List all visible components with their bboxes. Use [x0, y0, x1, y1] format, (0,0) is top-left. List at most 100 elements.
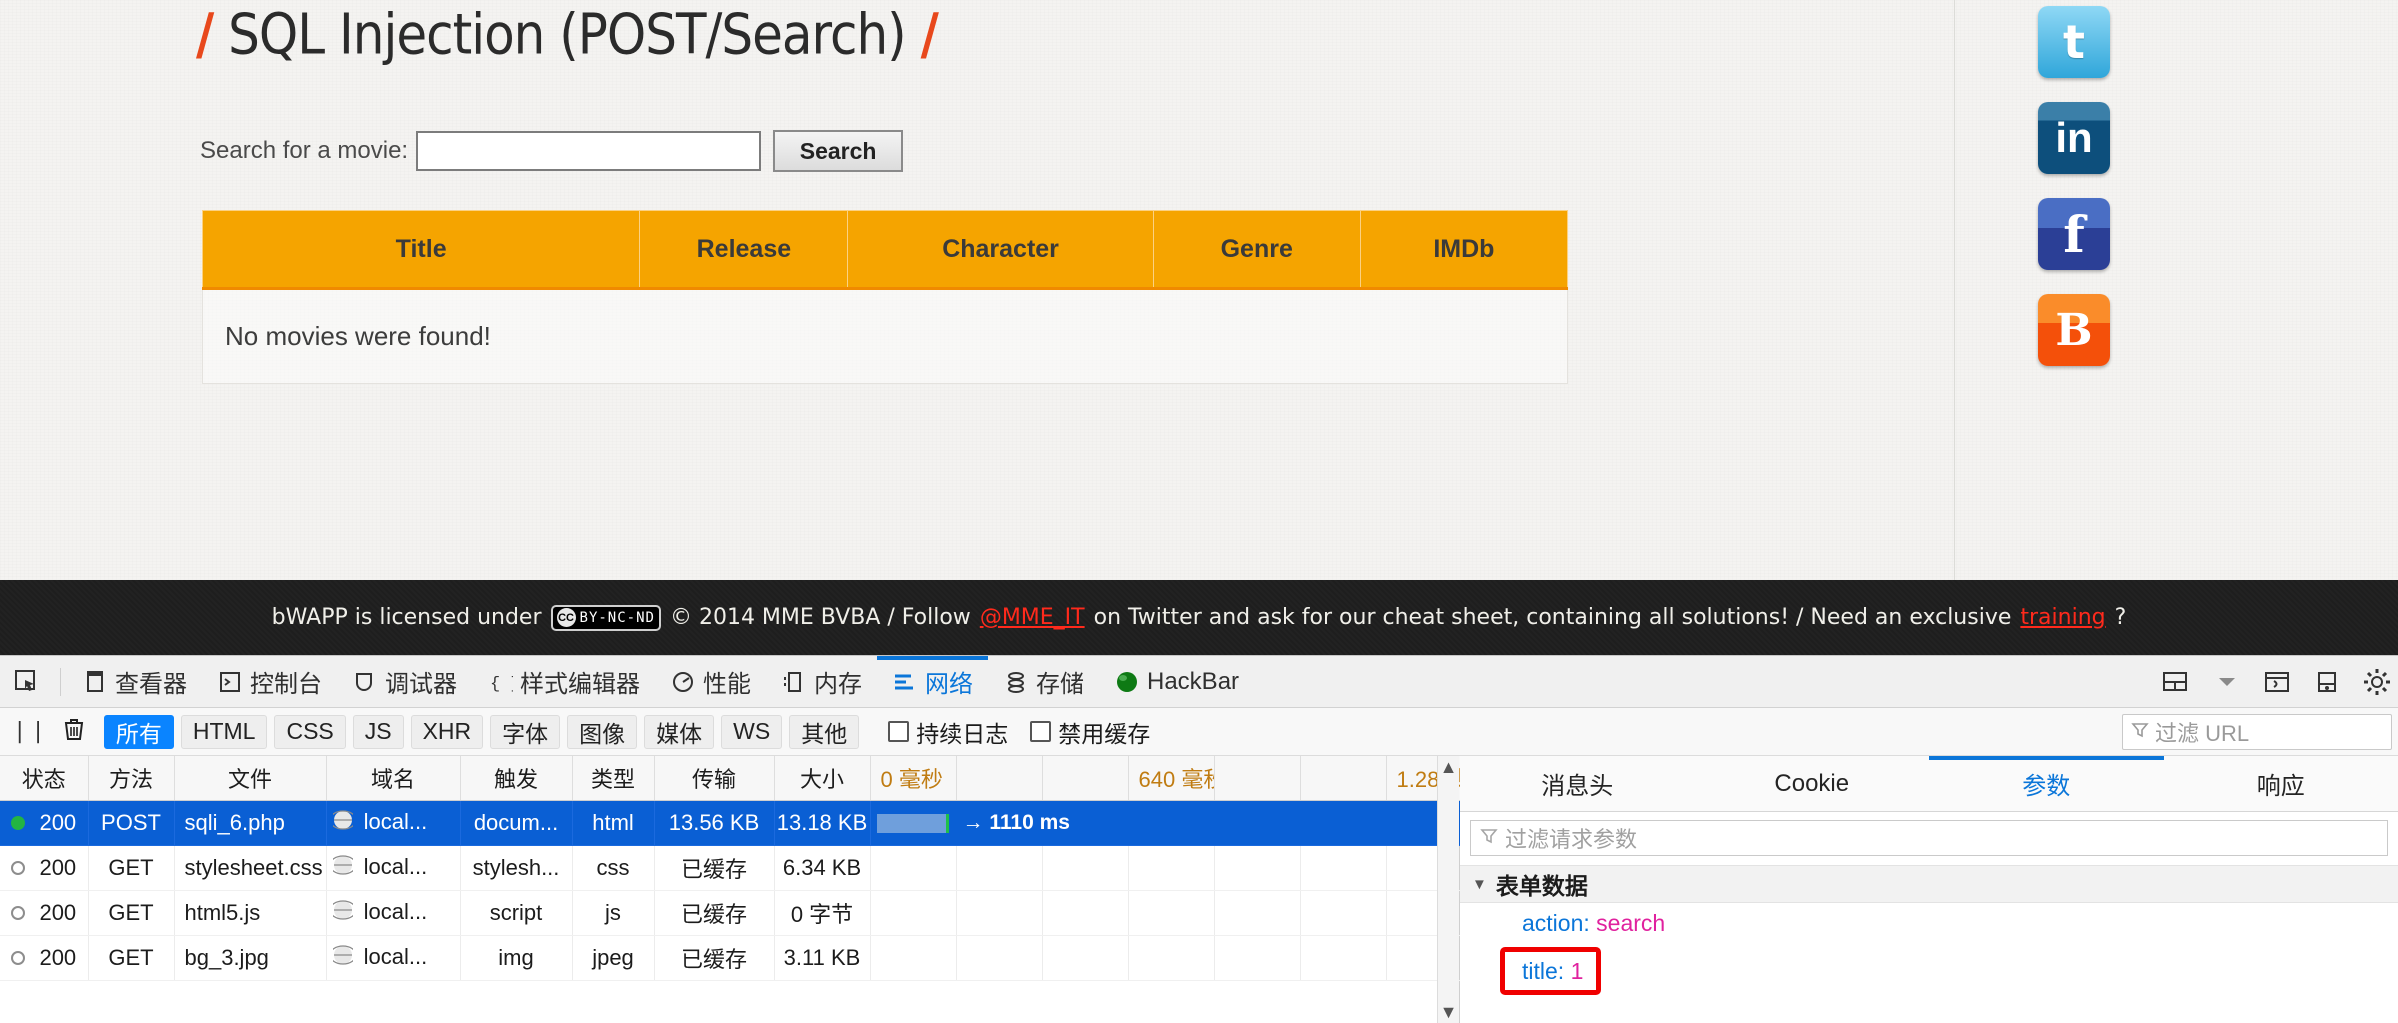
filter-ws[interactable]: WS	[721, 715, 782, 749]
wf-c5	[1214, 845, 1300, 890]
cell-domain-text: local...	[364, 944, 428, 969]
waterfall-timing: → 1110 ms	[963, 811, 1070, 835]
status-dot-cached	[11, 951, 25, 965]
search-input[interactable]	[416, 131, 761, 171]
tab-storage[interactable]: 存储	[988, 656, 1099, 708]
scroll-down-arrow-icon[interactable]: ▼	[1440, 1001, 1458, 1023]
page-title-text: SQL Injection (POST/Search)	[228, 2, 906, 67]
filter-other[interactable]: 其他	[789, 715, 859, 749]
filter-media[interactable]: 媒体	[644, 715, 714, 749]
cell-status: 200	[0, 935, 88, 980]
filter-html[interactable]: HTML	[181, 715, 268, 749]
network-body: 状态 方法 文件 域名 触发 类型 传输 大小 0 毫秒 640 毫秒	[0, 756, 2398, 1023]
network-list-scrollbar[interactable]: ▲ ▼	[1437, 756, 1459, 1023]
cell-type: html	[572, 800, 654, 845]
blogger-glyph: B	[2055, 305, 2092, 356]
element-picker-icon[interactable]	[0, 656, 54, 708]
cell-method: GET	[88, 935, 174, 980]
th-status[interactable]: 状态	[0, 756, 88, 800]
console-icon	[217, 669, 243, 695]
no-results-message: No movies were found!	[203, 289, 1568, 384]
cell-domain: local...	[326, 800, 460, 845]
persist-logs-checkbox[interactable]: 持续日志	[888, 715, 1008, 749]
th-file[interactable]: 文件	[174, 756, 326, 800]
tab-params[interactable]: 参数	[1929, 756, 2164, 811]
cell-method: GET	[88, 890, 174, 935]
settings-gear-icon[interactable]	[2360, 665, 2394, 699]
form-data-section-header[interactable]: ▼ 表单数据	[1460, 865, 2398, 903]
tab-headers[interactable]: 消息头	[1460, 756, 1695, 811]
tab-inspector[interactable]: 查看器	[67, 656, 202, 708]
table-row[interactable]: 200 GET html5.js local... script js 已缓存	[0, 890, 1472, 935]
filter-images[interactable]: 图像	[567, 715, 637, 749]
tab-network-label: 网络	[925, 664, 973, 699]
responsive-layout-icon[interactable]	[2160, 665, 2194, 699]
request-details-tabbar: 消息头 Cookie 参数 响应	[1460, 756, 2398, 812]
th-domain[interactable]: 域名	[326, 756, 460, 800]
disable-cache-checkbox[interactable]: 禁用缓存	[1030, 715, 1150, 749]
cell-domain: local...	[326, 845, 460, 890]
movies-table-empty-row: No movies were found!	[203, 289, 1568, 384]
tab-performance[interactable]: 性能	[655, 656, 766, 708]
th-cause[interactable]: 触发	[460, 756, 572, 800]
performance-icon	[670, 669, 696, 695]
timeline-spacer-1	[956, 756, 1042, 800]
search-button[interactable]: Search	[773, 130, 903, 172]
th-size[interactable]: 大小	[774, 756, 870, 800]
cell-transferred: 已缓存	[654, 935, 774, 980]
tab-debugger[interactable]: 调试器	[337, 656, 472, 708]
globe-icon	[333, 855, 353, 881]
params-filter-input[interactable]: 过滤请求参数	[1470, 820, 2388, 856]
facebook-icon[interactable]: f	[2038, 198, 2110, 270]
tab-inspector-label: 查看器	[115, 664, 187, 699]
linkedin-icon[interactable]: in	[2038, 102, 2110, 174]
twitter-icon[interactable]: t	[2038, 6, 2110, 78]
tab-memory[interactable]: 内存	[766, 656, 877, 708]
wf-c2	[956, 845, 1042, 890]
tab-hackbar[interactable]: HackBar	[1099, 656, 1254, 708]
param-row-title[interactable]: title: 1	[1500, 947, 1601, 995]
dock-bottom-icon[interactable]	[2310, 665, 2344, 699]
th-transferred[interactable]: 传输	[654, 756, 774, 800]
timeline-spacer-3	[1214, 756, 1300, 800]
clear-requests-icon[interactable]	[62, 716, 86, 747]
footer-training-link[interactable]: training	[2020, 605, 2105, 630]
filter-css[interactable]: CSS	[274, 715, 345, 749]
filter-fonts[interactable]: 字体	[490, 715, 560, 749]
tab-network[interactable]: 网络	[877, 656, 988, 708]
th-method[interactable]: 方法	[88, 756, 174, 800]
filter-js[interactable]: JS	[353, 715, 404, 749]
scroll-up-arrow-icon[interactable]: ▲	[1440, 756, 1458, 778]
cell-domain-text: local...	[364, 854, 428, 879]
table-row[interactable]: 200 GET stylesheet.css local... stylesh.…	[0, 845, 1472, 890]
tab-storage-label: 存储	[1036, 664, 1084, 699]
cell-status: 200	[0, 845, 88, 890]
param-value: 1	[1571, 958, 1584, 984]
status-code: 200	[39, 855, 76, 880]
browser-page-viewport: / SQL Injection (POST/Search) / Search f…	[0, 0, 2398, 580]
url-filter-input[interactable]: 过滤 URL	[2122, 714, 2392, 750]
tab-style-editor[interactable]: { } 样式编辑器	[472, 656, 655, 708]
chevron-down-icon[interactable]	[2210, 665, 2244, 699]
dock-side-icon[interactable]	[2260, 665, 2294, 699]
th-type[interactable]: 类型	[572, 756, 654, 800]
tab-style-editor-label: 样式编辑器	[520, 664, 640, 699]
table-row[interactable]: 200 GET bg_3.jpg local... img jpeg 已缓存	[0, 935, 1472, 980]
tab-cookies[interactable]: Cookie	[1695, 756, 1930, 811]
status-dot-cached	[11, 861, 25, 875]
param-row-action[interactable]: action: search	[1460, 903, 2398, 943]
disable-cache-label: 禁用缓存	[1058, 715, 1150, 749]
cell-file: sqli_6.php	[174, 800, 326, 845]
title-slash-right: /	[921, 2, 938, 67]
filter-all[interactable]: 所有	[104, 715, 174, 749]
table-row[interactable]: 200 POST sqli_6.php local... docum... ht…	[0, 800, 1472, 845]
status-code: 200	[39, 945, 76, 970]
footer-twitter-link[interactable]: @MME_IT	[980, 605, 1085, 630]
tab-console[interactable]: 控制台	[202, 656, 337, 708]
filter-xhr[interactable]: XHR	[411, 715, 484, 749]
cc-license-text: BY-NC-ND	[580, 610, 655, 626]
pause-recording-button[interactable]: | |	[16, 719, 44, 744]
tab-response[interactable]: 响应	[2164, 756, 2398, 811]
cell-cause: img	[460, 935, 572, 980]
blogger-icon[interactable]: B	[2038, 294, 2110, 366]
